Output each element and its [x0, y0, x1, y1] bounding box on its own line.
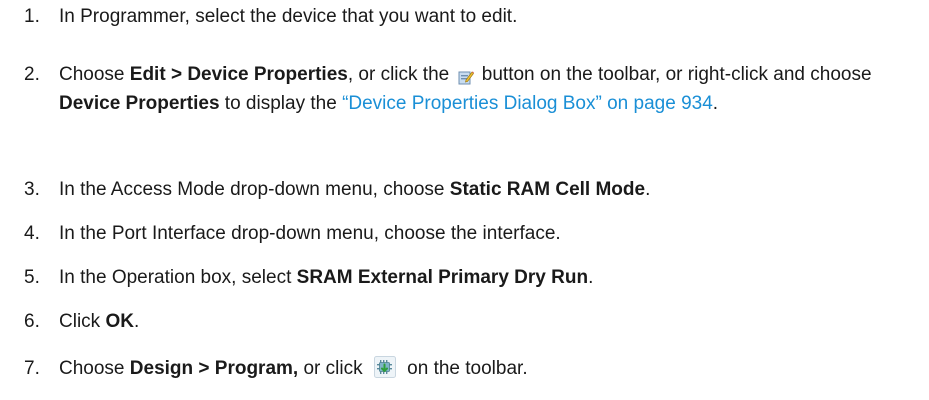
step-text: In the Access Mode drop-down menu, choos… [59, 175, 909, 204]
step-text: Choose Design > Program, or click on the… [59, 354, 909, 383]
text-span: to display the [219, 93, 343, 114]
step-number: 3. [24, 179, 40, 200]
text-span: Choose [59, 358, 130, 379]
step-text: In Programmer, select the device that yo… [59, 2, 909, 31]
step-1: 1. In Programmer, select the device that… [24, 2, 909, 31]
text-span: or click [298, 358, 368, 379]
step-number: 6. [24, 311, 40, 332]
text-span: Choose [59, 64, 130, 85]
text-span: . [645, 179, 651, 200]
text-span: . [133, 311, 140, 332]
option-sram-external-primary-dry-run: SRAM External Primary Dry Run [296, 267, 589, 288]
step-2: 2. Choose Edit > Device Properties, or c… [24, 60, 909, 118]
text-span: button on the toolbar, or right-click an… [476, 64, 872, 85]
step-number: 5. [24, 267, 40, 288]
text-span: on the toolbar. [401, 358, 528, 379]
step-text: Click OK. [59, 307, 909, 336]
device-properties-icon[interactable] [458, 65, 474, 85]
menu-item-device-properties: Device Properties [59, 93, 220, 114]
step-7: 7. Choose Design > Program, or click on … [24, 354, 909, 383]
step-number: 2. [24, 64, 40, 85]
text-span: . [712, 93, 719, 114]
step-number: 1. [24, 6, 40, 27]
step-3: 3. In the Access Mode drop-down menu, ch… [24, 175, 909, 204]
program-icon[interactable] [373, 355, 396, 378]
option-static-ram-cell-mode: Static RAM Cell Mode [449, 179, 646, 200]
menu-path-edit-device-properties: Edit > Device Properties [129, 64, 348, 85]
text-span: In the Operation box, select [59, 267, 297, 288]
step-number: 7. [24, 358, 40, 379]
text-span: In Programmer, select the device that yo… [59, 6, 518, 27]
instruction-list: 1. In Programmer, select the device that… [0, 0, 929, 400]
step-text: In the Operation box, select SRAM Extern… [59, 263, 909, 292]
device-properties-dialog-link[interactable]: “Device Properties Dialog Box” on page 9… [342, 93, 713, 114]
text-span: Click [59, 311, 106, 332]
ok-button-label: OK [105, 311, 134, 332]
step-6: 6. Click OK. [24, 307, 909, 336]
text-span: . [588, 267, 594, 288]
step-5: 5. In the Operation box, select SRAM Ext… [24, 263, 909, 292]
step-text: In the Port Interface drop-down menu, ch… [59, 219, 909, 248]
text-span: In the Access Mode drop-down menu, choos… [59, 179, 450, 200]
menu-path-design-program: Design > Program, [129, 358, 299, 379]
text-span: , or click the [347, 64, 455, 85]
step-4: 4. In the Port Interface drop-down menu,… [24, 219, 909, 248]
step-number: 4. [24, 223, 40, 244]
text-span: In the Port Interface drop-down menu, ch… [59, 223, 561, 244]
step-text: Choose Edit > Device Properties, or clic… [59, 60, 909, 118]
